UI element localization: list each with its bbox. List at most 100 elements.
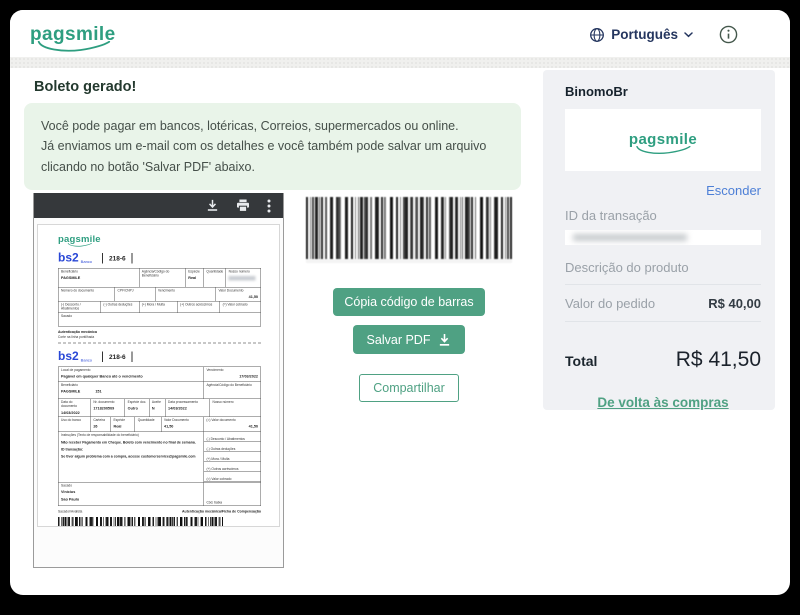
order-value-label: Valor do pedido (565, 296, 655, 311)
field-value: Real (188, 276, 201, 281)
transaction-id-value-redacted (565, 230, 761, 245)
share-button[interactable]: Compartilhar (359, 374, 459, 402)
instruction-line: ID transação: (61, 448, 201, 452)
beneficiario-extra: 151 (95, 389, 101, 394)
boleto-deduction-cell: (+) Outros acréscimos (178, 302, 220, 313)
back-to-shopping-link[interactable]: De volta às compras (565, 395, 761, 410)
hide-link[interactable]: Esconder (565, 183, 761, 198)
info-icon (719, 25, 738, 44)
boleto-field: Data do documento 14/03/2022 (59, 399, 91, 416)
logo-swoosh-icon (626, 146, 700, 155)
field-label: Vencimento (206, 369, 258, 373)
field-label: Agência/Código do Beneficiário (142, 270, 183, 278)
beneficiario-name: PAGSMILE (61, 389, 80, 394)
boleto-field: Número do documento (59, 288, 116, 302)
pdf-toolbar (34, 193, 283, 218)
boleto-deduction-cell: (+) Mora / Multa (204, 452, 261, 462)
boleto-document: pagsmile bs2 Banco 218-6 Beneficiário (37, 224, 280, 527)
field-label: (-) Outras deduções (206, 447, 235, 451)
download-icon (438, 333, 451, 347)
boleto-deduction-cell: (=) Valor cobrado (220, 302, 260, 313)
field-label: Vencimento (158, 289, 213, 293)
save-pdf-button[interactable]: Salvar PDF (353, 325, 466, 354)
field-label: Data do documento (61, 401, 88, 409)
boleto-deduction-cell: (+) Mora / Multa (139, 302, 177, 313)
action-buttons: Cópia código de barras Salvar PDF Compar… (306, 288, 512, 402)
field-label: Nosso número (212, 401, 258, 405)
boleto-footer: Sacador/Avalista Autenticação mecânica/F… (58, 508, 261, 513)
bank-header-row: bs2 Banco 218-6 (58, 252, 261, 264)
boleto-field: (=) Valor documento 41,50 (204, 417, 261, 432)
logo-swoosh-icon (56, 243, 102, 247)
kebab-menu-icon (267, 199, 271, 213)
field-label: (+) Outros acréscimos (206, 467, 238, 471)
field-value: 17/03/2022 (206, 374, 258, 379)
field-value: 41,50 (219, 295, 258, 300)
copy-barcode-label: Cópia código de barras (344, 295, 473, 309)
field-label: (=) Valor cobrado (206, 477, 231, 481)
boleto-deduction-cell: (-) Desconto / Abatimentos (59, 302, 101, 313)
field-label: Uso do banco (61, 418, 88, 422)
field-value: 41,50 (206, 424, 258, 429)
payer-name: Vinícius (61, 489, 201, 494)
total-label: Total (565, 353, 597, 369)
autenticacao-label: Autenticação mecânica (58, 331, 261, 335)
boleto-field: Agência/Código do Beneficiário (204, 382, 261, 399)
boleto-deduction-cell: (=) Valor cobrado (204, 472, 261, 482)
pdf-download-button[interactable] (206, 199, 219, 212)
corte-label: Corte na linha pontilhada (58, 336, 261, 340)
field-label: (+) Mora / Multa (206, 457, 229, 461)
language-label: Português (611, 27, 678, 42)
page-title: Boleto gerado! (34, 79, 136, 95)
boleto-field: Beneficiário PAGSMILE 151 (59, 382, 204, 399)
field-label: Sacado (61, 484, 201, 488)
field-value: 14/03/2022 (61, 410, 88, 415)
pdf-more-button[interactable] (267, 199, 271, 213)
total-row: Total R$ 41,50 (565, 348, 761, 372)
redacted-value (229, 276, 256, 281)
boleto-pagsmile-logo: pagsmile (58, 234, 101, 245)
boleto-field: Nr. documento 1718200509 (91, 399, 125, 416)
pdf-print-button[interactable] (236, 199, 250, 212)
field-label: Nr. documento (93, 401, 122, 405)
field-label: Beneficiário (61, 270, 136, 274)
bank-code: 218-6 (102, 253, 133, 264)
boleto-field: Cód. baixa (204, 482, 261, 505)
boleto-field: Vencimento 17/03/2022 (204, 367, 261, 382)
boleto-slip2-table: Local de pagamento Pagável em qualquer B… (58, 367, 261, 506)
bank-code: 218-6 (102, 351, 133, 362)
share-label: Compartilhar (373, 381, 445, 395)
field-label: (+) Outros acréscimos (180, 303, 217, 307)
transaction-id-label: ID da transação (565, 208, 761, 223)
boleto-instructions: Instruções (Texto de responsabilidade do… (59, 432, 204, 482)
boleto-deduction-cell: (-) Outras deduções (204, 442, 261, 452)
notice-line-1: Você pode pagar em bancos, lotéricas, Co… (41, 116, 504, 136)
field-value: Real (114, 424, 133, 429)
copy-barcode-button[interactable]: Cópia código de barras (333, 288, 484, 316)
boleto-slip1-table: Beneficiário PAGSMILE Agência/Código do … (58, 268, 261, 327)
boleto-deduction-cell: (-) Outras deduções (101, 302, 139, 313)
redacted-smudge (573, 234, 687, 241)
field-label: Aceite (152, 401, 163, 405)
boleto-barcode-image (58, 517, 223, 527)
divider (565, 284, 761, 285)
language-selector[interactable]: Português (589, 27, 693, 43)
field-label: Espécie (114, 418, 133, 422)
boleto-field: Quantidade (204, 269, 226, 288)
field-value: Pagável em qualquer Banco até o vencimen… (61, 374, 201, 379)
boleto-deduction-cell: (-) Desconto / Abatimentos (204, 432, 261, 442)
info-button[interactable] (719, 25, 738, 44)
bs2-logo: bs2 (58, 252, 79, 264)
boleto-field: Data processamento 14/03/2022 (166, 399, 210, 416)
merchant-logo-box: pagsmile (565, 109, 761, 171)
boleto-field: Espécie Real (186, 269, 204, 288)
field-label: (=) Valor documento (206, 418, 258, 422)
field-label: Local de pagamento (61, 369, 201, 373)
sacador-label: Sacador/Avalista (58, 510, 82, 514)
autenticacao-label: Autenticação mecânica/Ficha de Compensaç… (182, 510, 261, 514)
field-label: (+) Mora / Multa (142, 303, 175, 307)
field-label: Valor Documento (219, 289, 258, 293)
order-value-row: Valor do pedido R$ 40,00 (565, 296, 761, 311)
field-label: Carteira (93, 418, 108, 422)
pdf-viewer: pagsmile bs2 Banco 218-6 Beneficiário (33, 193, 284, 568)
